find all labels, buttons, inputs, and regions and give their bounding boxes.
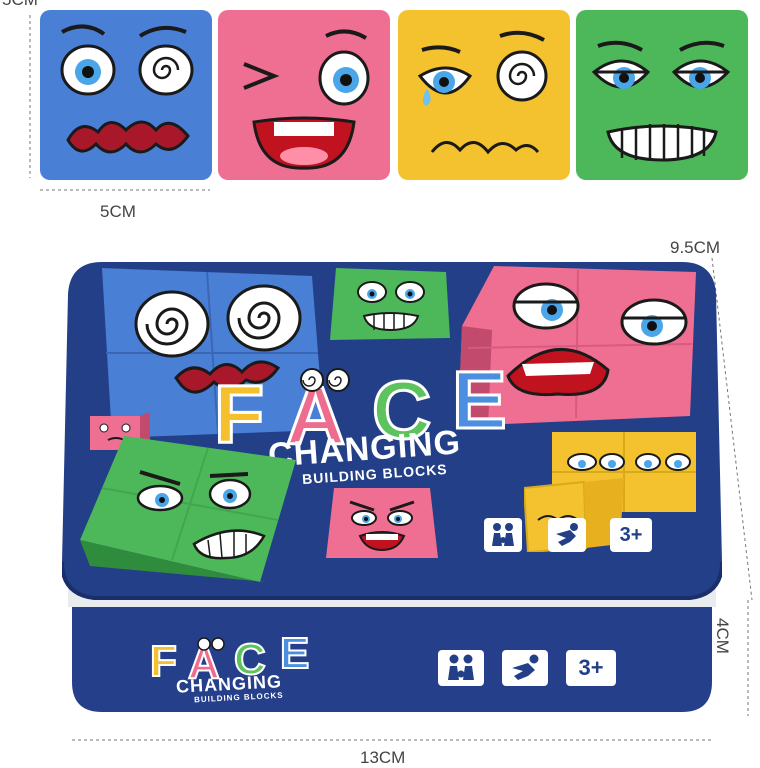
lid-age-badge-text: 3+	[619, 524, 643, 546]
face-card-green	[576, 10, 748, 180]
front-age-badge-text: 3+	[578, 655, 604, 680]
front-play-icon	[502, 650, 548, 686]
lid-age-icon: 3+	[610, 518, 652, 552]
lid-parent-child-icon	[484, 518, 522, 552]
front-parent-child-icon	[438, 650, 484, 686]
lid-pink-small-block	[326, 488, 438, 558]
lid-green-block	[80, 436, 296, 582]
face-card-pink	[218, 10, 390, 180]
face-card-blue	[40, 10, 212, 180]
lid-play-icon	[548, 518, 586, 552]
svg-text:F: F	[150, 637, 177, 686]
face-card-yellow	[398, 10, 570, 180]
lid-green-small-block	[330, 268, 450, 340]
svg-text:E: E	[280, 630, 309, 678]
front-age-icon: 3+	[566, 650, 616, 686]
